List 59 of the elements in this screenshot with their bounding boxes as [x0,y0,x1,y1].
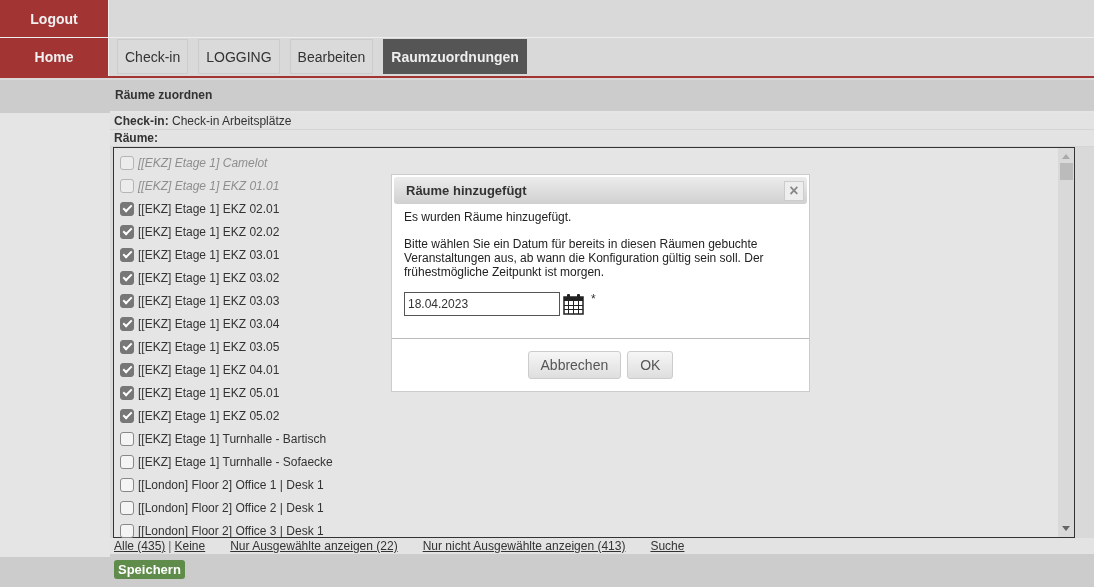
date-input[interactable]: 18.04.2023 [404,292,560,316]
dialog-instructions: Bitte wählen Sie ein Datum für bereits in diesen Räumen gebuchte Veranstaltungen aus, ab wann die Konfiguration gültig sein soll. Der frühestmögliche Zeitpunkt ist morgen. [404,237,765,279]
checkbox[interactable] [120,201,134,216]
checkbox[interactable] [120,431,134,446]
dialog-message: Es wurden Räume hinzugefügt. [404,210,573,224]
room-name: [[EKZ] Etage 1] EKZ 02.01 [138,201,280,216]
room-name: [[EKZ] Etage 1] EKZ 04.01 [138,362,280,377]
show-unselected-link[interactable]: Nur nicht Ausgewählte anzeigen (413) [422,538,626,554]
separator: | [168,538,172,554]
room-name: [[EKZ] Etage 1] EKZ 05.02 [138,408,280,423]
checkbox[interactable] [120,523,134,538]
required-mark: * [591,292,596,306]
room-name: [[EKZ] Etage 1] EKZ 01.01 [138,178,280,193]
checkbox[interactable] [120,477,134,492]
checkbox[interactable] [120,316,134,331]
checkbox[interactable] [120,293,134,308]
room-name: [[EKZ] Etage 1] EKZ 03.02 [138,270,280,285]
checkbox[interactable] [120,270,134,285]
tab[interactable]: LOGGING [198,39,280,74]
dialog-title: Räume hinzugefügt [406,183,527,198]
scrollbar-thumb[interactable] [1059,163,1073,180]
field-label: Räume: [114,131,158,145]
room-name: [[EKZ] Etage 1] EKZ 03.05 [138,339,280,354]
scroll-down-icon[interactable] [1062,526,1070,531]
checkbox[interactable] [120,247,134,262]
select-none-link[interactable]: Keine [174,538,206,554]
room-name: [[London] Floor 2] Office 1 | Desk 1 [138,477,324,492]
cancel-button[interactable]: Abbrechen [527,351,622,379]
checkbox[interactable] [120,362,134,377]
checkbox[interactable] [120,500,134,515]
checkbox[interactable] [120,385,134,400]
checkbox[interactable] [120,408,134,423]
show-selected-link[interactable]: Nur Ausgewählte anzeigen (22) [230,538,398,554]
section-header: Räume zuordnen [110,80,1094,113]
checkbox[interactable] [120,454,134,469]
tab[interactable]: Raumzuordnungen [383,39,527,74]
tab[interactable]: Check-in [117,39,189,74]
room-name: [[EKZ] Etage 1] EKZ 02.02 [138,224,280,239]
save-button[interactable]: Speichern [114,560,185,579]
room-name: [[EKZ] Etage 1] EKZ 03.04 [138,316,280,331]
room-name: [[London] Floor 2] Office 2 | Desk 1 [138,500,324,515]
field-value: Check-in Arbeitsplätze [172,114,292,128]
ok-button[interactable]: OK [627,351,674,379]
room-name: [[EKZ] Etage 1] Turnhalle - Bartisch [138,431,327,446]
room-name: [[EKZ] Etage 1] Turnhalle - Sofaecke [138,454,333,469]
room-name: [[EKZ] Etage 1] EKZ 03.03 [138,293,280,308]
room-name: [[EKZ] Etage 1] Camelot [138,155,268,170]
search-link[interactable]: Suche [650,538,685,554]
logout-button[interactable]: Logout [0,0,109,37]
checkbox[interactable] [120,339,134,354]
tab[interactable]: Bearbeiten [289,39,374,74]
calendar-icon[interactable] [563,293,584,315]
room-name: [[EKZ] Etage 1] EKZ 05.01 [138,385,280,400]
home-button[interactable]: Home [0,38,109,76]
select-all-link[interactable]: Alle (435) [114,538,166,554]
room-name: [[EKZ] Etage 1] EKZ 03.01 [138,247,280,262]
scrollbar[interactable] [1058,148,1074,537]
field-label: Check-in: [114,114,169,128]
checkbox[interactable] [120,224,134,239]
